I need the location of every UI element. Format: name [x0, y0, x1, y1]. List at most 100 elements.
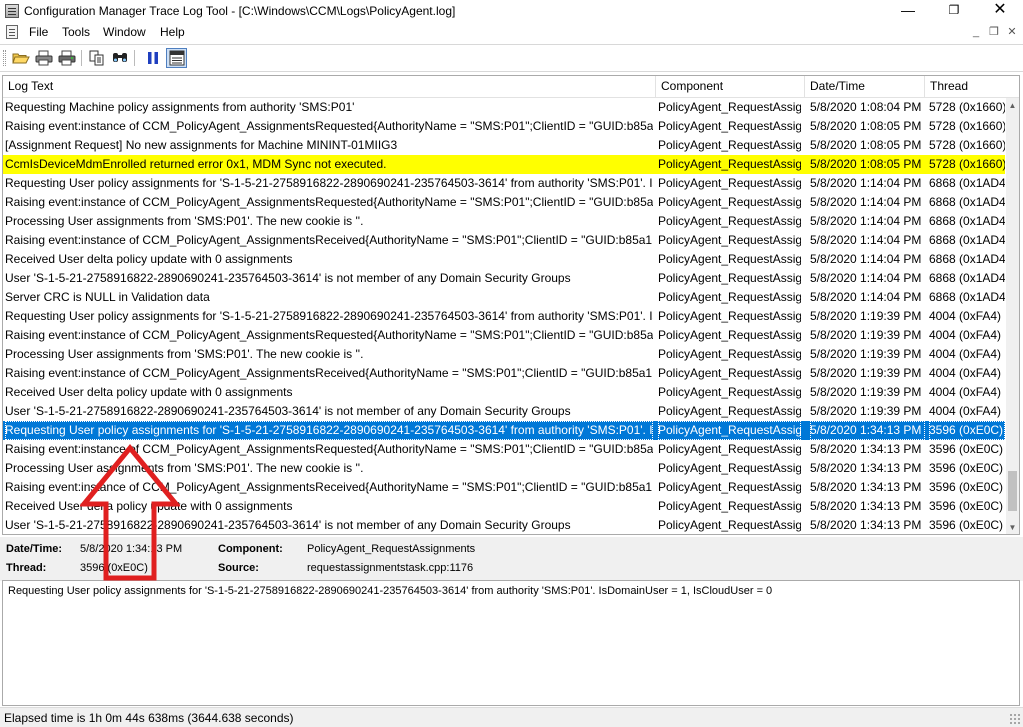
status-bar: Elapsed time is 1h 0m 44s 638ms (3644.63…: [0, 707, 1023, 727]
thread-cell: 5728 (0x1660): [929, 157, 1005, 171]
thread-cell: 3596 (0xE0C): [929, 421, 1005, 440]
table-row[interactable]: Processing User assignments from 'SMS:P0…: [3, 212, 1005, 231]
mdi-minimize-button[interactable]: _: [966, 25, 986, 41]
print-setup-icon[interactable]: [33, 48, 54, 68]
mdi-restore-button[interactable]: ❐: [984, 25, 1004, 41]
datetime-cell: 5/8/2020 1:34:13 PM: [810, 461, 922, 475]
table-row[interactable]: Requesting User policy assignments for '…: [3, 307, 1005, 326]
log-text-cell: Server CRC is NULL in Validation data: [5, 290, 210, 304]
table-row[interactable]: Requesting User policy assignments for '…: [3, 421, 1005, 440]
table-row[interactable]: Processing User assignments from 'SMS:P0…: [3, 459, 1005, 478]
minimize-button[interactable]: —: [885, 0, 931, 22]
datetime-cell: 5/8/2020 1:14:04 PM: [810, 214, 922, 228]
message-text: Requesting User policy assignments for '…: [8, 585, 773, 597]
table-row[interactable]: Raising event:instance of CCM_PolicyAgen…: [3, 231, 1005, 250]
column-header-log-text[interactable]: Log Text: [3, 76, 656, 98]
table-row[interactable]: CcmIsDeviceMdmEnrolled returned error 0x…: [3, 155, 1005, 174]
menu-help[interactable]: Help: [160, 25, 185, 39]
log-list[interactable]: Log Text Component Date/Time Thread Requ…: [2, 75, 1020, 535]
component-cell: PolicyAgent_RequestAssignments: [658, 271, 801, 285]
thread-cell: 4004 (0xFA4): [929, 309, 1002, 323]
open-icon[interactable]: [10, 48, 31, 68]
datetime-cell: 5/8/2020 1:19:39 PM: [810, 385, 922, 399]
log-text-cell: Received User delta policy update with 0…: [5, 385, 293, 399]
scroll-down-icon[interactable]: ▼: [1006, 521, 1019, 534]
close-button[interactable]: ✕: [977, 0, 1023, 22]
table-row[interactable]: Server CRC is NULL in Validation data Pol…: [3, 288, 1005, 307]
column-header-component[interactable]: Component: [656, 76, 805, 98]
thread-cell: 5728 (0x1660): [929, 100, 1005, 114]
document-icon[interactable]: [6, 25, 18, 39]
menu-file[interactable]: File: [29, 25, 48, 39]
table-row[interactable]: Raising event:instance of CCM_PolicyAgen…: [3, 193, 1005, 212]
datetime-cell: 5/8/2020 1:19:39 PM: [810, 404, 922, 418]
datetime-cell: 5/8/2020 1:34:13 PM: [810, 442, 922, 456]
copy-icon[interactable]: [86, 48, 107, 68]
datetime-label: Date/Time:: [6, 543, 63, 555]
log-text-cell: User 'S-1-5-21-2758916822-2890690241-235…: [5, 404, 571, 418]
component-cell: PolicyAgent_RequestAssignments: [658, 328, 801, 342]
pause-icon[interactable]: [142, 48, 163, 68]
component-cell: PolicyAgent_RequestAssignments: [658, 421, 801, 440]
message-pane[interactable]: Requesting User policy assignments for '…: [2, 580, 1020, 706]
component-cell: PolicyAgent_RequestAssignments: [658, 309, 801, 323]
table-row[interactable]: Received User delta policy update with 0…: [3, 250, 1005, 269]
component-cell: PolicyAgent_RequestAssignments: [658, 214, 801, 228]
table-row[interactable]: User 'S-1-5-21-2758916822-2890690241-235…: [3, 269, 1005, 288]
table-row[interactable]: User 'S-1-5-21-2758916822-2890690241-235…: [3, 516, 1005, 534]
datetime-cell: 5/8/2020 1:14:04 PM: [810, 233, 922, 247]
thread-cell: 6868 (0x1AD4): [929, 214, 1005, 228]
mdi-close-button[interactable]: ✕: [1002, 25, 1022, 41]
log-text-cell: Processing User assignments from 'SMS:P0…: [5, 461, 364, 475]
find-icon[interactable]: [109, 48, 130, 68]
table-row[interactable]: [Assignment Request] No new assignments …: [3, 136, 1005, 155]
scroll-up-icon[interactable]: ▲: [1006, 99, 1019, 112]
table-row[interactable]: Received User delta policy update with 0…: [3, 383, 1005, 402]
datetime-cell: 5/8/2020 1:08:05 PM: [810, 119, 922, 133]
resize-grip-icon[interactable]: [1009, 713, 1021, 725]
log-text-cell: Requesting User policy assignments for '…: [5, 176, 653, 190]
table-row[interactable]: Raising event:instance of CCM_PolicyAgen…: [3, 440, 1005, 459]
component-cell: PolicyAgent_RequestAssignments: [658, 290, 801, 304]
vertical-scrollbar[interactable]: ▲ ▼: [1006, 98, 1019, 534]
highlight-icon[interactable]: [166, 48, 187, 68]
datetime-cell: 5/8/2020 1:08:04 PM: [810, 100, 922, 114]
toolbar-grip[interactable]: [3, 50, 6, 66]
table-row[interactable]: Received User delta policy update with 0…: [3, 497, 1005, 516]
log-text-cell: CcmIsDeviceMdmEnrolled returned error 0x…: [5, 157, 387, 171]
datetime-cell: 5/8/2020 1:19:39 PM: [810, 347, 922, 361]
table-row[interactable]: Requesting Machine policy assignments fr…: [3, 98, 1005, 117]
thread-cell: 6868 (0x1AD4): [929, 252, 1005, 266]
scroll-thumb[interactable]: [1008, 471, 1017, 511]
table-row[interactable]: User 'S-1-5-21-2758916822-2890690241-235…: [3, 402, 1005, 421]
menu-tools[interactable]: Tools: [62, 25, 90, 39]
maximize-button[interactable]: ❐: [931, 0, 977, 22]
table-row[interactable]: Raising event:instance of CCM_PolicyAgen…: [3, 478, 1005, 497]
log-text-cell: [Assignment Request] No new assignments …: [5, 138, 398, 152]
component-cell: PolicyAgent_RequestAssignments: [658, 518, 801, 532]
column-header-thread[interactable]: Thread: [925, 76, 1019, 98]
thread-cell: 3596 (0xE0C): [929, 442, 1004, 456]
datetime-cell: 5/8/2020 1:34:13 PM: [810, 499, 922, 513]
component-cell: PolicyAgent_RequestAssignments: [658, 499, 801, 513]
table-row[interactable]: Raising event:instance of CCM_PolicyAgen…: [3, 117, 1005, 136]
thread-cell: 5728 (0x1660): [929, 119, 1005, 133]
log-text-cell: Raising event:instance of CCM_PolicyAgen…: [5, 480, 653, 494]
datetime-cell: 5/8/2020 1:14:04 PM: [810, 176, 922, 190]
table-row[interactable]: Processing User assignments from 'SMS:P0…: [3, 345, 1005, 364]
component-cell: PolicyAgent_RequestAssignments: [658, 157, 801, 171]
table-row[interactable]: Raising event:instance of CCM_PolicyAgen…: [3, 326, 1005, 345]
log-text-cell: Processing User assignments from 'SMS:P0…: [5, 214, 364, 228]
datetime-cell: 5/8/2020 1:34:13 PM: [810, 480, 922, 494]
log-text-cell: Raising event:instance of CCM_PolicyAgen…: [5, 442, 653, 456]
thread-cell: 4004 (0xFA4): [929, 347, 1002, 361]
column-header-datetime[interactable]: Date/Time: [805, 76, 925, 98]
table-row[interactable]: Raising event:instance of CCM_PolicyAgen…: [3, 364, 1005, 383]
table-row[interactable]: Requesting User policy assignments for '…: [3, 174, 1005, 193]
datetime-cell: 5/8/2020 1:14:04 PM: [810, 252, 922, 266]
component-cell: PolicyAgent_RequestAssignments: [658, 461, 801, 475]
menu-window[interactable]: Window: [103, 25, 146, 39]
log-text-cell: Raising event:instance of CCM_PolicyAgen…: [5, 195, 653, 209]
thread-cell: 3596 (0xE0C): [929, 480, 1004, 494]
print-icon[interactable]: [56, 48, 77, 68]
